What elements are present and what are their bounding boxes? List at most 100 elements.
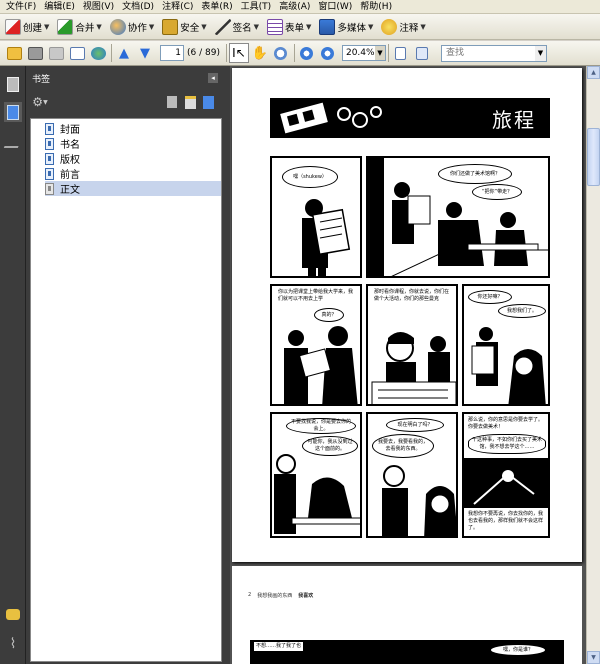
paperclip-icon: ⌇ bbox=[9, 636, 17, 652]
scroll-thumb[interactable] bbox=[587, 128, 600, 186]
next-page-button[interactable]: ▼ bbox=[135, 43, 155, 63]
comic-panel: 那时看你课程，你就去说，你们在做个大活动，你们的那些曼克 bbox=[366, 284, 458, 406]
comic-panel: 不要找我说，你是要去你的会上。 可能你，我从没到过这个面前的。 bbox=[270, 412, 362, 538]
pages-button[interactable] bbox=[4, 74, 22, 94]
hand-icon: ✋ bbox=[251, 45, 269, 61]
create-button[interactable]: 创建 ▼ bbox=[2, 16, 52, 38]
bookmark-item[interactable]: 版权 bbox=[45, 151, 80, 166]
combine-button[interactable]: 合并 ▼ bbox=[54, 16, 104, 38]
bookmark-label: 正文 bbox=[60, 185, 80, 196]
comic-illustration bbox=[471, 327, 546, 404]
comic-panel: 你以为把课堂上带给我大学来，我们就可以不用去上学 真的？ bbox=[270, 284, 362, 406]
bookmarks-button[interactable] bbox=[4, 102, 22, 122]
menu-view[interactable]: 视图(V) bbox=[79, 0, 118, 14]
multimedia-button[interactable]: 多媒体 ▼ bbox=[316, 16, 376, 38]
page-number-input[interactable]: 1 bbox=[160, 45, 184, 61]
new-bookmark-icon bbox=[184, 95, 196, 109]
signatures-button[interactable] bbox=[3, 132, 23, 152]
chevron-down-icon: ▼ bbox=[420, 22, 426, 31]
bookmark-item[interactable]: 封面 bbox=[45, 121, 80, 136]
disk-icon bbox=[48, 46, 64, 60]
zoom-out-button[interactable] bbox=[297, 43, 317, 63]
scroll-down-button[interactable]: ▼ bbox=[587, 651, 600, 664]
comic-panel: 你们还做了美术馆啊？ “把你”带走？ bbox=[366, 156, 550, 278]
full-screen-button[interactable] bbox=[412, 43, 432, 63]
combine-files-icon bbox=[57, 18, 74, 35]
comic-caption: 不想……我了我了也 bbox=[254, 642, 304, 651]
options-button[interactable]: ⚙ ▼ bbox=[32, 94, 48, 110]
bookmark-item[interactable]: 书名 bbox=[45, 136, 80, 151]
form-icon bbox=[267, 18, 284, 35]
open-button[interactable] bbox=[4, 43, 24, 63]
running-header-text: 我想我画的东西 bbox=[257, 593, 293, 599]
task-toolbar: 创建 ▼ 合并 ▼ 协作 ▼ 安全 ▼ 签名 ▼ 表单 ▼ 多媒体 ▼ 注释 ▼ bbox=[0, 14, 600, 40]
secure-button[interactable]: 安全 ▼ bbox=[159, 16, 209, 38]
menu-advanced[interactable]: 高级(A) bbox=[275, 0, 314, 14]
bookmark-page-icon bbox=[45, 182, 54, 195]
comments-list-button[interactable] bbox=[4, 604, 22, 624]
fit-page-button[interactable] bbox=[391, 43, 411, 63]
menu-window[interactable]: 窗口(W) bbox=[314, 0, 356, 14]
create-label: 创建 bbox=[23, 22, 43, 34]
previous-page-button[interactable]: ▲ bbox=[114, 43, 134, 63]
menu-edit[interactable]: 编辑(E) bbox=[40, 0, 79, 14]
chevron-down-icon: ▼ bbox=[96, 22, 102, 31]
hand-tool-button[interactable]: ✋ bbox=[250, 43, 270, 63]
zoom-in-button[interactable] bbox=[318, 43, 338, 63]
zoom-tool-button[interactable] bbox=[271, 43, 291, 63]
chevron-down-icon: ▼ bbox=[374, 46, 385, 60]
bookmarks-panel-toolbar: ⚙ ▼ bbox=[26, 90, 224, 114]
menu-tools[interactable]: 工具(T) bbox=[237, 0, 276, 14]
chevron-down-icon: ▼ bbox=[148, 22, 155, 31]
chevron-down-icon: ▼ bbox=[43, 98, 48, 106]
select-tool-button[interactable]: I↖ bbox=[228, 43, 249, 63]
menu-comments[interactable]: 注释(C) bbox=[158, 0, 197, 14]
menu-forms[interactable]: 表单(R) bbox=[197, 0, 236, 14]
scroll-up-button[interactable]: ▲ bbox=[587, 66, 600, 79]
menu-document[interactable]: 文档(D) bbox=[118, 0, 158, 14]
comment-icon bbox=[381, 18, 398, 35]
sign-button[interactable]: 签名 ▼ bbox=[212, 16, 262, 38]
pages-icon bbox=[7, 76, 19, 92]
sign-label: 签名 bbox=[232, 22, 252, 34]
new-bookmark-button[interactable] bbox=[182, 94, 198, 110]
combine-label: 合并 bbox=[75, 22, 95, 34]
print-button[interactable] bbox=[25, 43, 45, 63]
save-button[interactable] bbox=[46, 43, 66, 63]
forms-label: 表单 bbox=[285, 22, 305, 34]
document-viewer[interactable]: 旅程 嘿（shukew） 你们还做了美术馆啊？ “把你”带走？ 你以为把课堂上带… bbox=[230, 66, 586, 664]
menu-file[interactable]: 文件(F) bbox=[2, 0, 40, 14]
bookmark-item-selected[interactable]: 正文 bbox=[45, 181, 221, 196]
zoom-select[interactable]: 20.4% ▼ bbox=[341, 45, 386, 61]
close-panel-button[interactable]: ◂ bbox=[208, 73, 218, 83]
menu-help[interactable]: 帮助(H) bbox=[356, 0, 396, 14]
bookmark-icon bbox=[7, 104, 19, 120]
speech-bubble: “把你”带走？ bbox=[472, 184, 522, 200]
speech-bubble: 你们还做了美术馆啊？ bbox=[438, 164, 512, 184]
vertical-scrollbar[interactable]: ▲ ▼ bbox=[586, 66, 600, 664]
multimedia-label: 多媒体 bbox=[337, 22, 366, 34]
collaborate-button[interactable]: 协作 ▼ bbox=[107, 16, 157, 38]
find-input[interactable]: 查找 ▼ bbox=[440, 44, 547, 62]
email-button[interactable] bbox=[67, 43, 87, 63]
comic-panel: 你还好嘛？ 我想我们了。 bbox=[462, 284, 550, 406]
comic-caption: 我想你不要再说，你去找你的，我也去看我的，那样我们就不会这样了。 bbox=[466, 510, 548, 533]
page-running-header: 2 我想我画的东西 我喜欢 bbox=[248, 592, 313, 599]
multimedia-icon bbox=[319, 18, 336, 35]
forms-button[interactable]: 表单 ▼ bbox=[264, 16, 314, 38]
comic-illustration bbox=[284, 326, 358, 404]
page-count: (6 / 89) bbox=[187, 48, 220, 58]
bookmark-label: 前言 bbox=[60, 170, 80, 181]
comment-button[interactable]: 注释 ▼ bbox=[378, 16, 428, 38]
delete-bookmark-button[interactable] bbox=[164, 94, 180, 110]
bookmark-page-icon bbox=[45, 152, 54, 165]
navigation-toolbar: ▲ ▼ 1 (6 / 89) I↖ ✋ 20.4% ▼ 查找 ▼ bbox=[0, 41, 600, 66]
bookmark-item[interactable]: 前言 bbox=[45, 166, 80, 181]
fit-page-icon bbox=[395, 46, 407, 60]
expand-bookmark-button[interactable] bbox=[200, 94, 216, 110]
attachments-button[interactable]: ⌇ bbox=[4, 634, 22, 654]
chevron-down-icon: ▼ bbox=[44, 22, 50, 31]
bookmark-label: 书名 bbox=[60, 140, 80, 151]
web-button[interactable] bbox=[88, 43, 108, 63]
chevron-down-icon: ▼ bbox=[201, 22, 207, 31]
